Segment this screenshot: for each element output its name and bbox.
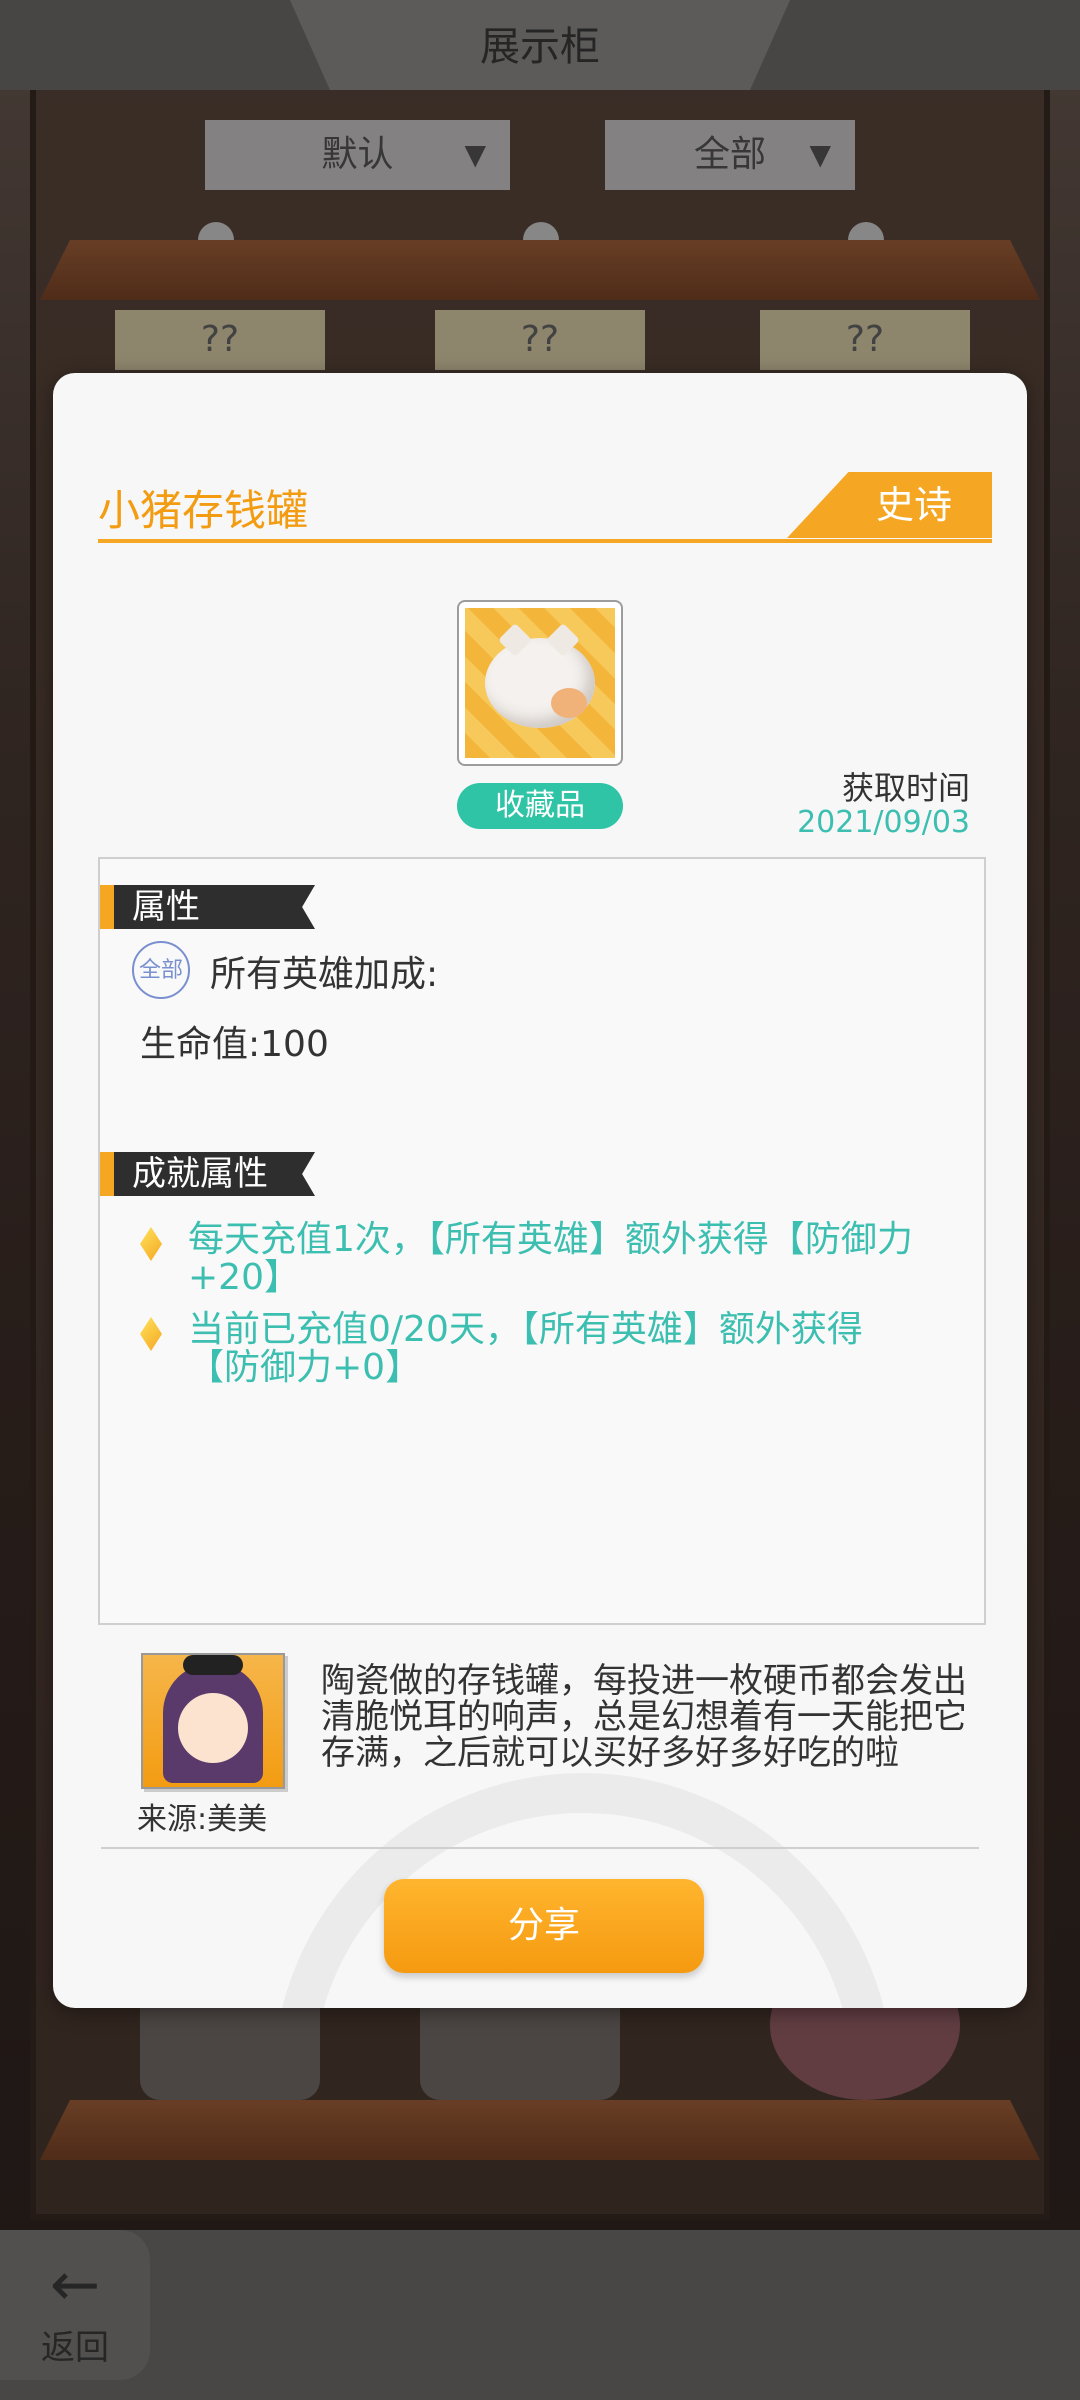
attributes-section-title: 属性 — [100, 885, 315, 929]
achievement-line-1: 每天充值1次，【所有英雄】额外获得【防御力+20】 — [188, 1219, 913, 1298]
source-label: 来源:美美 — [137, 1802, 268, 1837]
divider — [101, 1847, 979, 1849]
item-title-row: 小猪存钱罐 史诗 — [98, 472, 992, 543]
obtain-date: 2021/09/03 — [797, 805, 970, 840]
rarity-tag: 史诗 — [787, 472, 992, 538]
diamond-bullet-icon — [140, 1317, 162, 1351]
share-button[interactable]: 分享 — [384, 1879, 704, 1973]
obtain-time-label: 获取时间 — [841, 769, 970, 807]
item-description: 陶瓷做的存钱罐，每投进一枚硬币都会发出清脆悦耳的响声，总是幻想着有一天能把它存满… — [321, 1661, 967, 1773]
category-badge: 收藏品 — [457, 783, 623, 829]
source-character-avatar — [141, 1653, 285, 1789]
piggy-bank-icon — [457, 600, 623, 766]
achievement-line-2: 当前已充值0/20天，【所有英雄】额外获得【防御力+0】 — [188, 1309, 863, 1388]
item-detail-modal: 小猪存钱罐 史诗 收藏品 获取时间 2021/09/03 属性 全部 所有英雄加… — [53, 373, 1027, 2008]
attribute-hp: 生命值:100 — [140, 1024, 329, 1065]
attributes-scope-text: 所有英雄加成: — [210, 954, 439, 995]
scope-all-icon: 全部 — [132, 941, 190, 999]
attributes-panel: 属性 全部 所有英雄加成: 生命值:100 成就属性 每天充值1次，【所有英雄】… — [98, 857, 986, 1625]
item-name: 小猪存钱罐 — [98, 486, 309, 535]
diamond-bullet-icon — [140, 1227, 162, 1261]
achievement-section-title: 成就属性 — [100, 1152, 315, 1196]
